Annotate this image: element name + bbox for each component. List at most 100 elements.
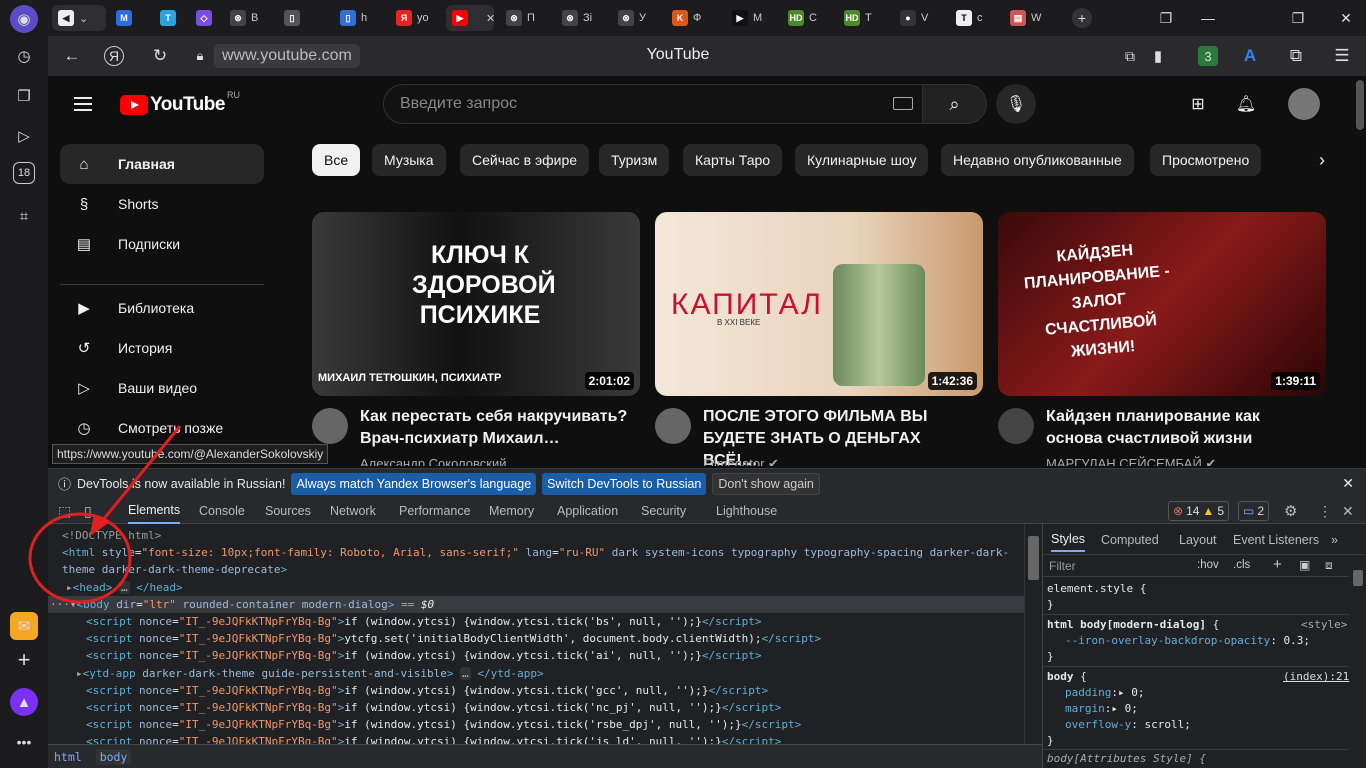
dom-node-selected[interactable]: ···▾<body dir="ltr" rounded-container mo… <box>48 596 1024 613</box>
bookmark-icon[interactable]: ▮ <box>1146 44 1170 68</box>
age-18-icon[interactable]: 18 <box>13 162 35 184</box>
styles-scrollbar[interactable] <box>1350 568 1366 768</box>
browser-tab[interactable]: ◇ <box>190 5 220 31</box>
video-title[interactable]: Кайдзен планирование как основа счастлив… <box>1046 406 1316 450</box>
dom-node[interactable]: <script nonce="IT_-9eJQFkKTNpFrYBq-Bg">i… <box>48 699 1024 716</box>
voice-search-button[interactable]: 🎙︎ <box>996 84 1036 124</box>
match-language-button[interactable]: Always match Yandex Browser's language <box>291 472 537 495</box>
chips-next-icon[interactable]: › <box>1310 148 1334 172</box>
reload-icon[interactable]: ↻ <box>148 44 172 68</box>
browser-tab[interactable]: ● V <box>894 5 942 31</box>
browser-tab[interactable]: ⊗ В <box>224 5 272 31</box>
close-window-icon[interactable]: ✕ <box>1336 8 1356 28</box>
browser-tab[interactable]: M <box>110 5 140 31</box>
browser-tab[interactable]: KФ <box>666 5 714 31</box>
close-tab-icon[interactable]: ✕ <box>486 12 494 25</box>
add-icon[interactable]: + <box>10 646 38 674</box>
browser-tab[interactable]: ▤ W <box>1004 5 1052 31</box>
more-icon[interactable]: ••• <box>10 728 38 756</box>
tab-event-listeners[interactable]: Event Listeners <box>1233 528 1319 552</box>
filter-chip[interactable]: Сейчас в эфире <box>460 144 590 176</box>
filter-chip[interactable]: Все <box>312 144 361 176</box>
devtools-tab[interactable]: Sources <box>265 498 311 524</box>
sidebar-item[interactable]: § Shorts <box>60 184 264 224</box>
profile-icon[interactable]: ◉ <box>10 5 38 33</box>
keyboard-icon[interactable] <box>893 97 913 110</box>
scrollbar-thumb[interactable] <box>1353 570 1363 586</box>
create-video-icon[interactable]: ⊞ <box>1186 92 1210 116</box>
sidebar-item[interactable]: ▷ Ваши видео <box>60 368 264 408</box>
user-avatar[interactable] <box>1288 88 1320 120</box>
search-button[interactable]: ⌕ <box>923 84 987 124</box>
messages-counter[interactable]: ▭ 2 <box>1238 501 1270 521</box>
browser-tab[interactable]: T <box>154 5 184 31</box>
cls-toggle[interactable]: .cls <box>1233 559 1250 571</box>
filter-chip[interactable]: Просмотрено <box>1150 144 1262 176</box>
more-options-icon[interactable]: ⋮ <box>1318 498 1332 524</box>
dom-node[interactable]: <!DOCTYPE html> <box>48 527 1024 544</box>
video-thumbnail[interactable]: КАЙДЗЕН ПЛАНИРОВАНИЕ - ЗАЛОГ СЧАСТЛИВОЙ … <box>998 212 1326 396</box>
issues-counter[interactable]: ⊗ 14 ▲ 5 <box>1168 501 1229 521</box>
channel-avatar[interactable] <box>998 408 1034 444</box>
dom-node[interactable]: theme darker-dark-theme-deprecate> <box>48 561 1024 578</box>
filter-chip[interactable]: Карты Таро <box>683 144 783 176</box>
video-icon[interactable]: ▷ <box>10 122 38 150</box>
browser-tab[interactable]: HD С <box>782 5 830 31</box>
alice-icon[interactable]: ▲ <box>10 688 38 716</box>
hamburger-menu-icon[interactable] <box>74 97 92 111</box>
browser-tab[interactable]: HD Т <box>838 5 886 31</box>
dom-node[interactable]: <script nonce="IT_-9eJQFkKTNpFrYBq-Bg">i… <box>48 682 1024 699</box>
browser-tab[interactable]: Яyo <box>390 5 438 31</box>
styles-filter-input[interactable]: Filter <box>1049 559 1076 573</box>
filter-chip[interactable]: Туризм <box>599 144 670 176</box>
new-tab-icon[interactable]: + <box>1072 8 1092 28</box>
notifications-icon[interactable]: 🔔︎ <box>1234 92 1258 116</box>
mail-icon[interactable]: ✉ <box>10 612 38 640</box>
breadcrumb-body[interactable]: body <box>95 748 132 765</box>
more-tabs-icon[interactable]: » <box>1331 528 1338 552</box>
close-infobar-icon[interactable]: ✕ <box>1342 475 1354 492</box>
channel-name[interactable]: МАРГУЛАН СЕЙСЕМБАЙ ✔ <box>1046 456 1216 466</box>
video-thumbnail[interactable]: КЛЮЧ К ЗДОРОВОЙ ПСИХИКЕ МИХАИЛ ТЕТЮШКИН,… <box>312 212 640 396</box>
menu-icon[interactable]: ☰ <box>1330 44 1354 68</box>
dom-node[interactable]: ▸<ytd-app darker-dark-theme guide-persis… <box>48 665 1024 682</box>
devtools-tab[interactable]: Memory <box>489 498 534 524</box>
back-icon[interactable]: ← <box>60 44 84 68</box>
switch-language-button[interactable]: Switch DevTools to Russian <box>542 472 707 495</box>
history-icon[interactable]: ◷ <box>10 42 38 70</box>
devtools-tab[interactable]: Security <box>641 498 686 524</box>
scrollbar-thumb[interactable] <box>1028 536 1039 580</box>
elements-scrollbar[interactable] <box>1024 524 1042 744</box>
dom-node[interactable]: <script nonce="IT_-9eJQFkKTNpFrYBq-Bg">i… <box>48 647 1024 664</box>
devtools-tab[interactable]: Application <box>557 498 618 524</box>
close-devtools-icon[interactable]: ✕ <box>1342 498 1354 524</box>
browser-tab[interactable]: ▶ ✕ <box>446 5 494 31</box>
dom-node[interactable]: <script nonce="IT_-9eJQFkKTNpFrYBq-Bg">i… <box>48 733 1024 744</box>
search-input[interactable]: Введите запрос <box>383 84 923 124</box>
translate-icon[interactable]: A <box>1238 44 1262 68</box>
sidebar-item[interactable]: ▶ Библиотека <box>60 288 264 328</box>
filter-chip[interactable]: Кулинарные шоу <box>795 144 929 176</box>
sidebar-item[interactable]: ↺ История <box>60 328 264 368</box>
scrollbar-thumb[interactable] <box>1356 80 1364 130</box>
video-thumbnail[interactable]: КАПИТАЛ В XXI ВЕКЕ 1:42:36 <box>655 212 983 396</box>
youtube-logo[interactable]: YouTube RU <box>120 90 240 116</box>
dont-show-again-button[interactable]: Don't show again <box>712 472 820 495</box>
reader-icon[interactable]: ⧉ <box>1118 44 1142 68</box>
hov-toggle[interactable]: :hov <box>1197 559 1219 571</box>
url-field[interactable]: www.youtube.com <box>214 44 360 68</box>
extension-shield-icon[interactable]: 3 <box>1198 46 1218 66</box>
chevron-down-icon[interactable]: ⌄ <box>79 12 88 25</box>
dom-node[interactable]: <script nonce="IT_-9eJQFkKTNpFrYBq-Bg">i… <box>48 613 1024 630</box>
restore-icon[interactable]: ❐ <box>1288 8 1308 28</box>
dom-node[interactable]: <html style="font-size: 10px;font-family… <box>48 544 1024 561</box>
style-source[interactable]: (index):21 <box>1283 670 1349 683</box>
new-rule-icon[interactable]: + <box>1273 556 1282 573</box>
filter-chip[interactable]: Недавно опубликованные <box>941 144 1134 176</box>
devtools-tab[interactable]: Lighthouse <box>716 498 777 524</box>
extensions-icon[interactable]: ⧉ <box>1284 44 1308 68</box>
sidebar-item[interactable]: ◷ Смотреть позже <box>60 408 264 448</box>
dom-node[interactable]: <script nonce="IT_-9eJQFkKTNpFrYBq-Bg">i… <box>48 716 1024 733</box>
browser-tab[interactable]: ▶ М <box>726 5 774 31</box>
video-title[interactable]: Как перестать себя накручивать? Врач-пси… <box>360 406 630 450</box>
